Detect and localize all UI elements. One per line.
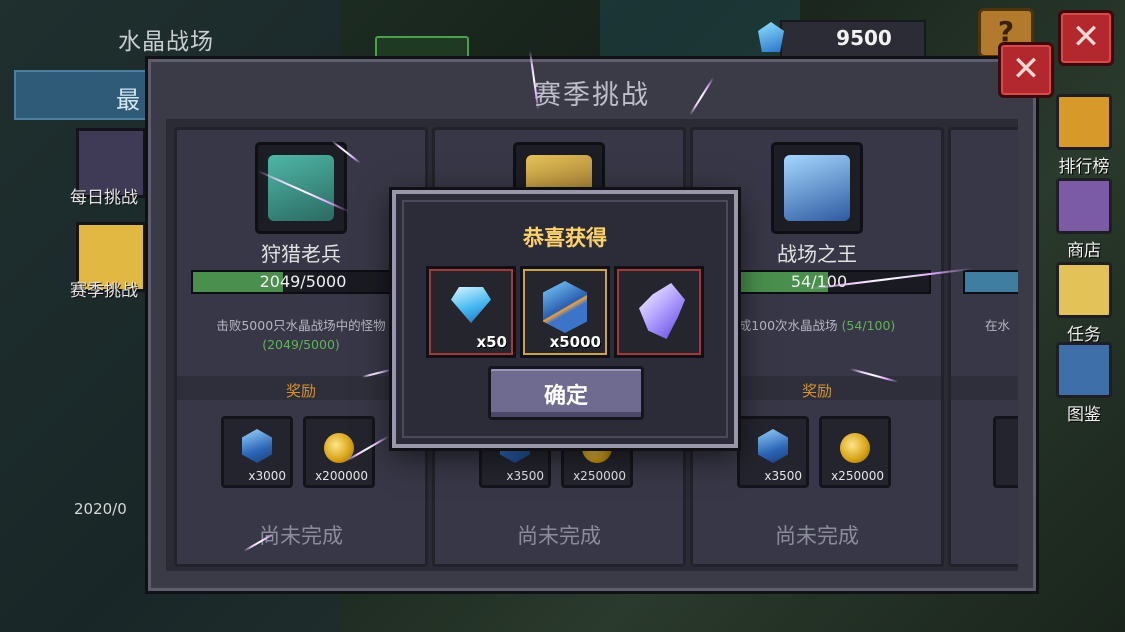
reward-slot[interactable]: x250000 [819,416,891,488]
challenge-status: 尚未完成 [259,524,343,548]
progress-bar: 2049/5000 [191,270,415,294]
description-progress: (2049/5000) [262,337,340,352]
reward-item-amount: x5000 [549,333,601,351]
reward-item[interactable]: x50 [426,266,516,358]
confirm-button[interactable]: 确定 [488,366,644,420]
close-icon: ✕ [1071,17,1101,57]
diamond-icon [451,287,491,323]
reward-item[interactable]: x5000 [520,266,610,358]
sidebar-item-label: 排行榜 [1058,157,1110,177]
challenge-description: 在水 [985,316,1018,335]
emblem-art [268,155,334,221]
sidebar-item-label: 图鉴 [1067,405,1101,425]
underlying-date: 2020/0 [74,500,127,518]
challenge-emblem-icon [255,142,347,234]
reward-amount: x250000 [573,469,626,483]
challenge-card[interactable]: 在水 [948,127,1018,567]
challenge-description: 击败5000只水晶战场中的怪物 (2049/5000) [187,316,415,354]
reward-item[interactable] [614,266,704,358]
progress-bar-fill [965,272,1018,292]
quest-scroll-icon [1056,262,1112,318]
collection-book-icon [1056,342,1112,398]
reward-slot[interactable] [993,416,1018,488]
trophy-icon [1056,94,1112,150]
underlying-tab-label: 最 [116,86,140,114]
description-text: 在水 [985,318,1011,333]
challenge-status: 尚未完成 [775,524,859,548]
crystal-icon [242,429,272,463]
sidebar-item-label: 商店 [1067,241,1101,261]
reward-amount: x200000 [315,469,368,483]
reward-label: 奖励 [285,382,316,400]
sidebar-item-shop[interactable]: 商店 [1052,178,1116,261]
reward-slot[interactable]: x3000 [221,416,293,488]
sidebar-item-quests[interactable]: 任务 [1052,262,1116,345]
description-text: 成100次水晶战场 [738,318,838,333]
progress-bar [963,270,1018,294]
crystal-count-value: 9500 [836,26,892,50]
underlying-title: 水晶战场 [118,29,214,55]
description-progress: (54/100) [841,318,896,333]
reward-dialog-title: 恭喜获得 [523,226,607,250]
reward-slot[interactable]: x200000 [303,416,375,488]
reward-amount: x3000 [248,469,286,483]
reward-slot[interactable]: x3500 [737,416,809,488]
description-text: 击败5000只水晶战场中的怪物 [216,318,386,333]
reward-amount: x3500 [764,469,802,483]
sidebar-item-leaderboard[interactable]: 排行榜 [1052,94,1116,177]
challenge-name: 狩猎老兵 [261,242,341,266]
challenge-emblem-icon [771,142,863,234]
progress-text: 2049/5000 [259,272,347,291]
reward-item-amount: x50 [476,333,507,351]
emblem-art [784,155,850,221]
close-panel-button[interactable]: ✕ [998,42,1054,98]
reward-amount: x3500 [506,469,544,483]
sidebar-item-collection[interactable]: 图鉴 [1052,342,1116,425]
reward-dialog: 恭喜获得 x50 x5000 确定 [392,190,738,448]
progress-bar: 54/100 [707,270,931,294]
panel-title: 赛季挑战 [534,80,650,111]
crystal-icon [758,429,788,463]
reward-header [951,376,1018,400]
crystal-icon [543,281,587,333]
confirm-button-label: 确定 [543,384,588,409]
challenge-card[interactable]: 狩猎老兵 2049/5000 击败5000只水晶战场中的怪物 (2049/5000… [174,127,428,567]
season-challenge-label: 赛季挑战 [70,281,138,301]
daily-challenge-label: 每日挑战 [70,188,138,208]
close-screen-button[interactable]: ✕ [1058,10,1114,66]
shop-icon [1056,178,1112,234]
close-icon: ✕ [1011,49,1041,89]
reward-amount: x250000 [831,469,884,483]
wing-icon [639,283,685,339]
challenge-status: 尚未完成 [517,524,601,548]
coin-icon [840,433,870,463]
progress-text: 54/100 [790,272,848,291]
